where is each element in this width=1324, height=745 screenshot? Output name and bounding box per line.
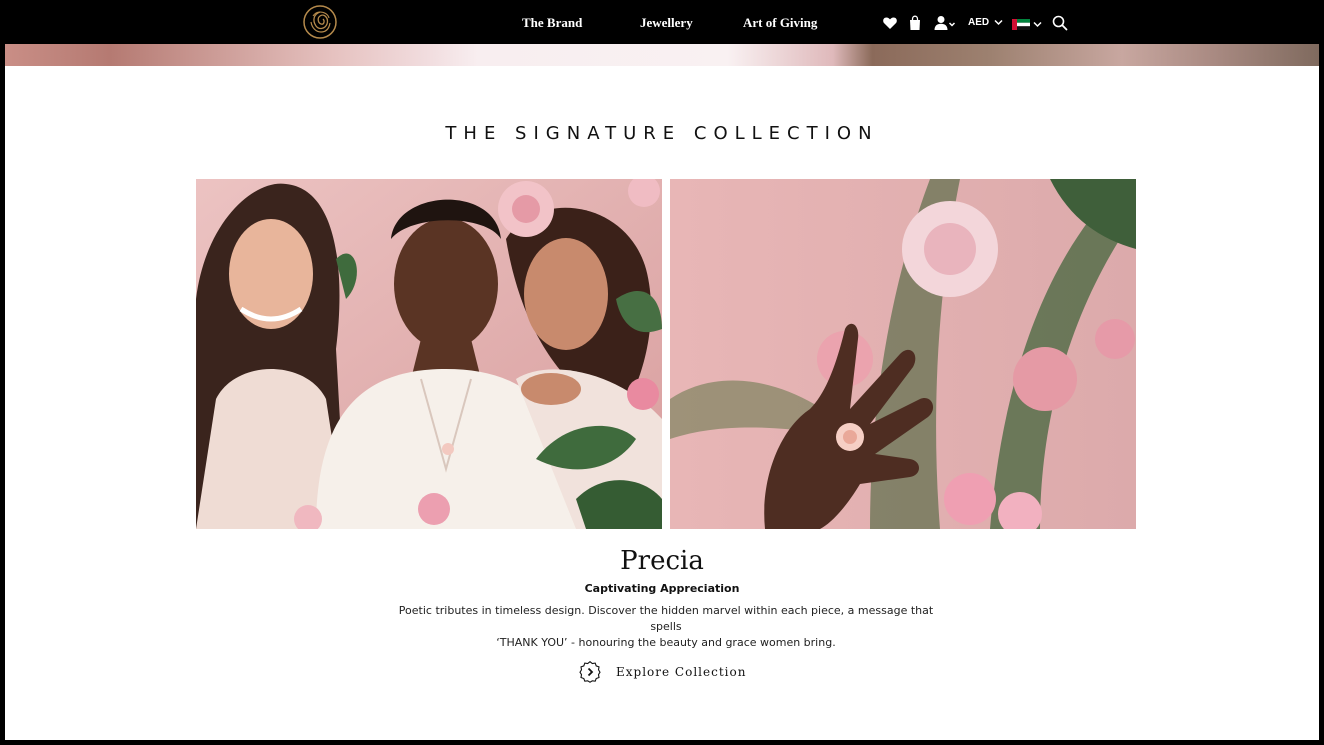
- nav-art-of-giving[interactable]: Art of Giving: [743, 15, 817, 31]
- nav-jewellery[interactable]: Jewellery: [640, 15, 693, 31]
- search-icon[interactable]: [1052, 15, 1068, 31]
- product-description: Poetic tributes in timeless design. Disc…: [385, 603, 947, 651]
- rose-logo-icon[interactable]: [302, 4, 338, 40]
- chevron-down-icon: [994, 19, 1003, 25]
- heart-icon[interactable]: [882, 15, 898, 31]
- main-content: THE SIGNATURE COLLECTION Precia Captivat…: [5, 66, 1319, 740]
- chevron-right-circle-icon: [579, 661, 601, 683]
- user-icon[interactable]: [934, 15, 956, 31]
- top-navbar: The Brand Jewellery Art of Giving AED: [0, 0, 1324, 44]
- nav-the-brand[interactable]: The Brand: [522, 15, 582, 31]
- chevron-down-icon[interactable]: [1033, 21, 1042, 28]
- ring-hand-photo: [670, 179, 1136, 529]
- description-line-1: Poetic tributes in timeless design. Disc…: [398, 604, 934, 633]
- currency-label: AED: [968, 17, 990, 28]
- collection-image-women[interactable]: [196, 179, 662, 529]
- explore-collection-button[interactable]: Explore Collection: [579, 660, 746, 684]
- description-line-2: ‘THANK YOU’ - honouring the beauty and g…: [496, 636, 836, 649]
- collection-image-ring-hand[interactable]: [670, 179, 1136, 529]
- shopping-bag-icon[interactable]: [907, 15, 923, 31]
- product-tagline: Captivating Appreciation: [584, 582, 740, 595]
- product-name: Precia: [620, 546, 704, 576]
- hero-banner-strip: [5, 44, 1319, 66]
- explore-collection-label: Explore Collection: [616, 665, 747, 679]
- women-photo: [196, 179, 662, 529]
- section-title: THE SIGNATURE COLLECTION: [445, 123, 879, 144]
- uae-flag-icon[interactable]: [1012, 19, 1030, 30]
- currency-selector[interactable]: AED: [968, 17, 1003, 28]
- browser-frame: The Brand Jewellery Art of Giving AED TH…: [0, 0, 1324, 745]
